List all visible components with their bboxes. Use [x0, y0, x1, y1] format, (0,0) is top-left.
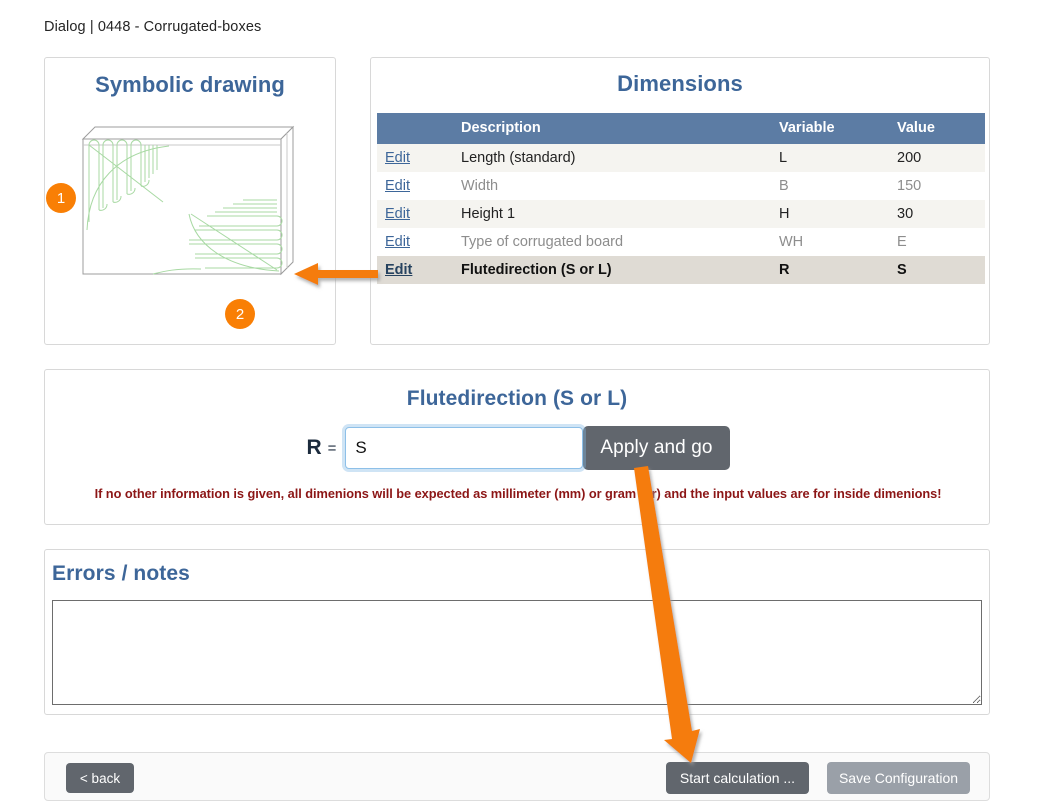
symbolic-drawing-panel: Symbolic drawing: [44, 57, 336, 345]
dimensions-panel: Dimensions Description Variable Value Ed…: [370, 57, 990, 345]
table-row[interactable]: Edit Height 1 H 30: [377, 200, 985, 228]
col-header-variable: Variable: [771, 113, 889, 144]
edit-link[interactable]: Edit: [385, 206, 410, 222]
errors-notes-textarea[interactable]: [52, 600, 982, 705]
row-value: 30: [897, 206, 914, 222]
row-value: S: [897, 262, 907, 278]
row-variable: B: [779, 178, 789, 194]
row-variable: L: [779, 150, 788, 166]
row-edit-cell[interactable]: Edit: [377, 172, 453, 200]
dialog-page: Dialog | 0448 - Corrugated-boxes Symboli…: [0, 0, 1040, 811]
row-variable: R: [779, 262, 790, 278]
flutedirection-title: Flutedirection (S or L): [406, 387, 628, 410]
footer-bar: < back Start calculation ... Save Config…: [44, 752, 990, 801]
row-description: Height 1: [461, 206, 516, 222]
table-row[interactable]: Edit Type of corrugated board WH E: [377, 228, 985, 256]
flutedirection-panel: Flutedirection (S or L) R = Apply and go…: [44, 369, 990, 525]
row-value: 200: [897, 150, 922, 166]
box-drawing: [45, 114, 335, 344]
row-description: Flutedirection (S or L): [461, 262, 612, 278]
variable-label: R: [306, 436, 322, 459]
start-calculation-button[interactable]: Start calculation ...: [666, 762, 809, 794]
edit-link[interactable]: Edit: [385, 150, 410, 166]
dimensions-title: Dimensions: [617, 71, 743, 96]
row-description: Length (standard): [461, 150, 576, 166]
flutedirection-input[interactable]: [346, 428, 583, 468]
flutedirection-input-row: R = Apply and go: [45, 426, 991, 470]
equals-sign: =: [327, 439, 337, 457]
col-header-value: Value: [889, 113, 985, 144]
back-button[interactable]: < back: [66, 763, 134, 793]
row-edit-cell[interactable]: Edit: [377, 228, 453, 256]
units-warning-note: If no other information is given, all di…: [94, 486, 942, 501]
errors-notes-panel: Errors / notes: [44, 549, 990, 715]
table-header-row: Description Variable Value: [377, 113, 985, 144]
row-variable: WH: [779, 234, 804, 250]
row-edit-cell[interactable]: Edit: [377, 144, 453, 172]
table-row[interactable]: Edit Width B 150: [377, 172, 985, 200]
dimensions-table: Description Variable Value Edit Length (…: [377, 113, 985, 284]
dimensions-table-body: Edit Length (standard) L 200 Edit Width …: [377, 144, 985, 284]
row-value: 150: [897, 178, 922, 194]
table-row[interactable]: Edit Length (standard) L 200: [377, 144, 985, 172]
row-description: Width: [461, 178, 499, 194]
corrugated-box-svg: [81, 125, 295, 276]
apply-and-go-button[interactable]: Apply and go: [583, 426, 730, 470]
symbolic-drawing-title: Symbolic drawing: [95, 72, 285, 97]
edit-link[interactable]: Edit: [385, 262, 412, 278]
table-row-selected[interactable]: Edit Flutedirection (S or L) R S: [377, 256, 985, 284]
breadcrumb: Dialog | 0448 - Corrugated-boxes: [44, 19, 262, 35]
col-header-edit: [377, 113, 453, 144]
save-configuration-button[interactable]: Save Configuration: [827, 762, 970, 794]
row-edit-cell[interactable]: Edit: [377, 200, 453, 228]
annotation-marker-2: 2: [225, 299, 255, 329]
dimensions-table-header: Description Variable Value: [377, 113, 985, 144]
flutedirection-input-wrapper[interactable]: [345, 427, 584, 469]
col-header-description: Description: [453, 113, 771, 144]
edit-link[interactable]: Edit: [385, 234, 410, 250]
row-value: E: [897, 234, 907, 250]
row-description: Type of corrugated board: [461, 234, 624, 250]
row-edit-cell[interactable]: Edit: [377, 256, 453, 284]
annotation-marker-1: 1: [46, 183, 76, 213]
edit-link[interactable]: Edit: [385, 178, 410, 194]
row-variable: H: [779, 206, 790, 222]
errors-notes-title: Errors / notes: [52, 562, 190, 585]
